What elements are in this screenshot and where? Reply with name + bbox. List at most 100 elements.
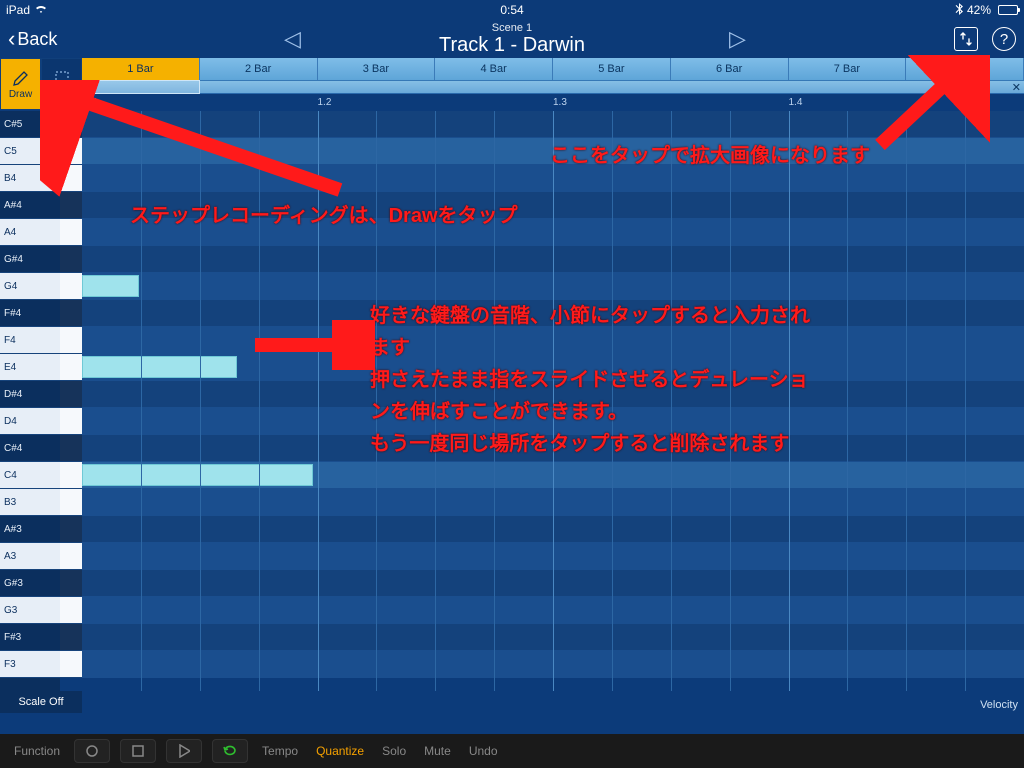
key-F3[interactable]: F3 xyxy=(0,651,60,678)
help-button[interactable]: ? xyxy=(992,27,1016,51)
gridline xyxy=(965,111,966,691)
keycol-A4 xyxy=(60,219,82,246)
note-grid[interactable] xyxy=(82,111,1024,691)
gridline xyxy=(671,111,672,691)
bar-6[interactable]: 6 Bar xyxy=(671,58,789,80)
chevron-left-icon: ‹ xyxy=(8,28,15,50)
keycol-C#4 xyxy=(60,435,82,462)
back-label: Back xyxy=(17,29,57,50)
gridline xyxy=(376,111,377,691)
play-button[interactable] xyxy=(166,739,202,763)
key-C#5[interactable]: C#5 xyxy=(0,111,60,138)
keycol-F3 xyxy=(60,651,82,678)
gridline xyxy=(435,111,436,691)
gridline xyxy=(612,111,613,691)
function-button[interactable]: Function xyxy=(10,744,64,758)
keycol-F4 xyxy=(60,327,82,354)
device-label: iPad xyxy=(6,3,30,17)
keycol-G#4 xyxy=(60,246,82,273)
solo-button[interactable]: Solo xyxy=(378,744,410,758)
bluetooth-icon xyxy=(955,3,963,18)
key-A3[interactable]: A3 xyxy=(0,543,60,570)
bar-7[interactable]: 7 Bar xyxy=(789,58,907,80)
key-G#4[interactable]: G#4 xyxy=(0,246,60,273)
keycol-D#4 xyxy=(60,381,82,408)
track-label: Track 1 - Darwin xyxy=(439,34,585,57)
prev-track-button[interactable]: ◁ xyxy=(280,22,305,56)
overview-strip[interactable]: ✕ xyxy=(82,80,1024,94)
gridline xyxy=(553,111,554,691)
key-C4[interactable]: C4 xyxy=(0,462,60,489)
key-G4[interactable]: G4 xyxy=(0,273,60,300)
next-track-button[interactable]: ▷ xyxy=(725,22,750,56)
key-F#3[interactable]: F#3 xyxy=(0,624,60,651)
bar-4[interactable]: 4 Bar xyxy=(435,58,553,80)
quantize-button[interactable]: Quantize xyxy=(312,744,368,758)
bar-2[interactable]: 2 Bar xyxy=(200,58,318,80)
tempo-button[interactable]: Tempo xyxy=(258,744,302,758)
key-B3[interactable]: B3 xyxy=(0,489,60,516)
keycol-D4 xyxy=(60,408,82,435)
keycol-A#4 xyxy=(60,192,82,219)
key-B4[interactable]: B4 xyxy=(0,165,60,192)
mute-button[interactable]: Mute xyxy=(420,744,455,758)
bar-8[interactable]: 8 Bar xyxy=(906,58,1024,80)
gridline xyxy=(494,111,495,691)
beat-3: 1.3 xyxy=(553,97,567,108)
keycol-C5 xyxy=(60,138,82,165)
midi-note[interactable] xyxy=(82,464,313,486)
select-icon xyxy=(53,69,71,87)
import-export-button[interactable] xyxy=(954,27,978,51)
keycol-A3 xyxy=(60,543,82,570)
bar-3[interactable]: 3 Bar xyxy=(318,58,436,80)
key-D4[interactable]: D4 xyxy=(0,408,60,435)
header: ‹ Back ◁ Scene 1 Track 1 - Darwin ▷ ? xyxy=(0,20,1024,58)
keycol-C#5 xyxy=(60,111,82,138)
key-C5[interactable]: C5 xyxy=(0,138,60,165)
transport-bar: Function Tempo Quantize Solo Mute Undo xyxy=(0,734,1024,768)
overview-close[interactable]: ✕ xyxy=(1012,81,1021,94)
bar-1[interactable]: 1 Bar xyxy=(82,58,200,80)
title: Scene 1 Track 1 - Darwin xyxy=(439,22,585,57)
keycol-A#3 xyxy=(60,516,82,543)
undo-button[interactable]: Undo xyxy=(465,744,502,758)
battery-icon xyxy=(995,5,1018,15)
keycol-E4 xyxy=(60,354,82,381)
beat-ruler[interactable]: 1.1 1.2 1.3 1.4 xyxy=(82,95,1024,111)
scale-toggle[interactable]: Scale Off xyxy=(0,691,82,713)
key-A4[interactable]: A4 xyxy=(0,219,60,246)
key-D#4[interactable]: D#4 xyxy=(0,381,60,408)
bar-5[interactable]: 5 Bar xyxy=(553,58,671,80)
key-C#4[interactable]: C#4 xyxy=(0,435,60,462)
key-E4[interactable]: E4 xyxy=(0,354,60,381)
keycol-G3 xyxy=(60,597,82,624)
overview-window[interactable] xyxy=(82,80,200,94)
key-A#4[interactable]: A#4 xyxy=(0,192,60,219)
piano-keys[interactable]: C#5C5B4A#4A4G#4G4F#4F4E4D#4D4C#4C4B3A#3A… xyxy=(0,111,60,691)
wifi-icon xyxy=(34,3,48,17)
keycol-G4 xyxy=(60,273,82,300)
gridline xyxy=(730,111,731,691)
stop-button[interactable] xyxy=(120,739,156,763)
key-A#3[interactable]: A#3 xyxy=(0,516,60,543)
key-G3[interactable]: G3 xyxy=(0,597,60,624)
midi-note[interactable] xyxy=(82,356,237,378)
velocity-label[interactable]: Velocity xyxy=(980,699,1018,711)
key-F4[interactable]: F4 xyxy=(0,327,60,354)
key-G#3[interactable]: G#3 xyxy=(0,570,60,597)
record-button[interactable] xyxy=(74,739,110,763)
bar-ruler[interactable]: 1 Bar 2 Bar 3 Bar 4 Bar 5 Bar 6 Bar 7 Ba… xyxy=(82,58,1024,80)
midi-note[interactable] xyxy=(82,275,139,297)
pencil-icon xyxy=(12,69,30,87)
loop-button[interactable] xyxy=(212,739,248,763)
key-F#4[interactable]: F#4 xyxy=(0,300,60,327)
status-bar: iPad 0:54 42% xyxy=(0,0,1024,20)
clock: 0:54 xyxy=(500,3,523,17)
keycol-G#3 xyxy=(60,570,82,597)
beat-2: 1.2 xyxy=(318,97,332,108)
back-button[interactable]: ‹ Back xyxy=(8,28,57,50)
keycol-F#3 xyxy=(60,624,82,651)
gridline xyxy=(200,111,201,691)
gridline xyxy=(259,111,260,691)
gridline xyxy=(318,111,319,691)
